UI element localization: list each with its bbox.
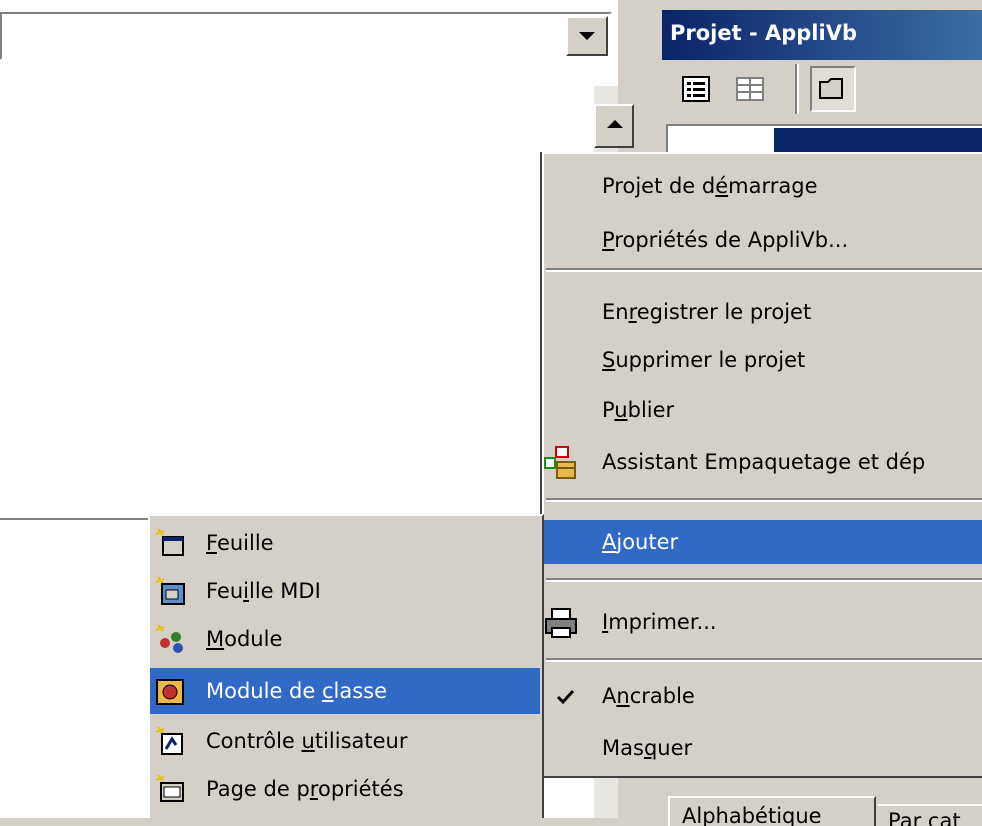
menu-item-startup-project[interactable]: Projet de démarrage <box>542 164 982 208</box>
menu-item-remove-project[interactable]: Supprimer le projet <box>542 338 982 382</box>
module-icon <box>155 624 183 653</box>
class-module-icon <box>156 679 184 705</box>
project-window-title: Projet - AppliVb <box>662 10 982 60</box>
mdi-form-icon <box>155 576 185 605</box>
submenu-item-mdi-form[interactable]: Feuille MDI <box>150 568 540 614</box>
form-icon <box>155 528 184 556</box>
divider <box>0 518 150 520</box>
menu-item-save-project[interactable]: Enregistrer le projet <box>542 290 982 334</box>
chevron-down-icon <box>579 32 595 40</box>
chevron-up-icon <box>607 120 623 128</box>
menu-item-publish[interactable]: Publier <box>542 388 982 432</box>
add-submenu: Feuille Feuille MDI Module Module de cla… <box>148 514 544 818</box>
menu-item-project-properties[interactable]: Propriétés de AppliVb... <box>542 218 982 262</box>
object-combo[interactable] <box>0 12 612 60</box>
printer-icon <box>545 608 577 638</box>
menu-item-add[interactable]: Ajouter <box>542 520 982 564</box>
view-object-icon <box>736 77 764 101</box>
view-code-button[interactable] <box>676 70 716 110</box>
tab-alphabetic[interactable]: Alphabétique <box>668 796 876 826</box>
menu-item-dockable[interactable]: Ancrable <box>542 674 982 718</box>
scroll-up-button[interactable] <box>594 104 634 148</box>
menu-separator <box>546 498 982 502</box>
submenu-item-property-page[interactable]: Page de propriétés <box>150 766 540 812</box>
menu-item-print[interactable]: Imprimer... <box>542 600 982 644</box>
toolbar-separator <box>795 64 799 114</box>
submenu-item-module[interactable]: Module <box>150 616 540 662</box>
checkmark-icon <box>556 689 575 705</box>
combo-dropdown-button[interactable] <box>566 16 608 56</box>
menu-item-hide[interactable]: Masquer <box>542 726 982 770</box>
toggle-folders-button[interactable] <box>810 66 856 112</box>
submenu-item-class-module[interactable]: Module de classe <box>150 668 540 714</box>
package-wizard-icon <box>544 446 576 479</box>
menu-separator <box>546 268 982 272</box>
tab-categorized[interactable]: Par cat <box>878 804 982 826</box>
submenu-item-user-control[interactable]: Contrôle utilisateur <box>150 718 540 764</box>
view-code-icon <box>682 76 710 102</box>
menu-separator <box>546 578 982 582</box>
user-control-icon <box>155 726 183 755</box>
menu-separator <box>546 658 982 662</box>
toggle-folders-icon <box>819 78 843 99</box>
view-object-button[interactable] <box>730 70 770 110</box>
submenu-item-form[interactable]: Feuille <box>150 520 540 566</box>
property-page-icon <box>155 774 184 802</box>
context-menu: Projet de démarrage Propriétés de AppliV… <box>540 152 982 778</box>
menu-item-packaging-wizard[interactable]: Assistant Empaquetage et dép <box>542 440 982 484</box>
